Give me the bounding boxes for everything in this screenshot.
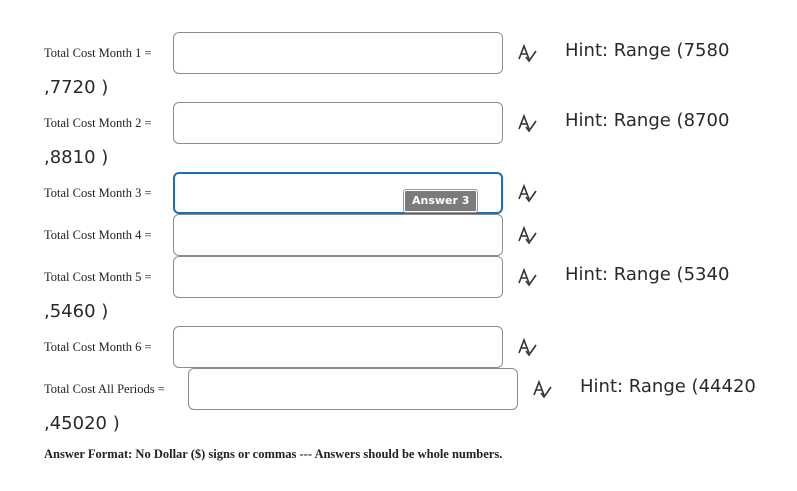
input-month-6[interactable] — [173, 326, 503, 368]
input-all-periods[interactable] — [188, 368, 518, 410]
hint-month-5: Hint: Range (5340 — [565, 264, 730, 285]
label-month-4: Total Cost Month 4 = — [44, 228, 152, 242]
spellcheck-icon[interactable] — [516, 112, 538, 134]
label-month-1: Total Cost Month 1 = — [44, 46, 152, 60]
hint-cont-month-5: ,5460 ) — [44, 301, 109, 322]
label-all-periods: Total Cost All Periods = — [44, 382, 165, 396]
answer-tooltip: Answer 3 — [404, 190, 478, 212]
label-month-5: Total Cost Month 5 = — [44, 270, 152, 284]
hint-all-periods: Hint: Range (44420 — [580, 376, 756, 397]
spellcheck-icon[interactable] — [516, 182, 538, 204]
spellcheck-icon[interactable] — [516, 42, 538, 64]
spellcheck-icon[interactable] — [531, 378, 553, 400]
label-month-6: Total Cost Month 6 = — [44, 340, 152, 354]
hint-cont-month-2: ,8810 ) — [44, 147, 109, 168]
label-month-3: Total Cost Month 3 = — [44, 186, 152, 200]
input-month-4[interactable] — [173, 214, 503, 256]
hint-cont-month-1: ,7720 ) — [44, 77, 109, 98]
input-month-5[interactable] — [173, 256, 503, 298]
input-month-1[interactable] — [173, 32, 503, 74]
answer-format-note: Answer Format: No Dollar ($) signs or co… — [44, 447, 503, 461]
input-month-2[interactable] — [173, 102, 503, 144]
spellcheck-icon[interactable] — [516, 224, 538, 246]
hint-month-1: Hint: Range (7580 — [565, 40, 730, 61]
spellcheck-icon[interactable] — [516, 266, 538, 288]
spellcheck-icon[interactable] — [516, 336, 538, 358]
label-month-2: Total Cost Month 2 = — [44, 116, 152, 130]
hint-month-2: Hint: Range (8700 — [565, 110, 730, 131]
hint-cont-all-periods: ,45020 ) — [44, 413, 120, 434]
